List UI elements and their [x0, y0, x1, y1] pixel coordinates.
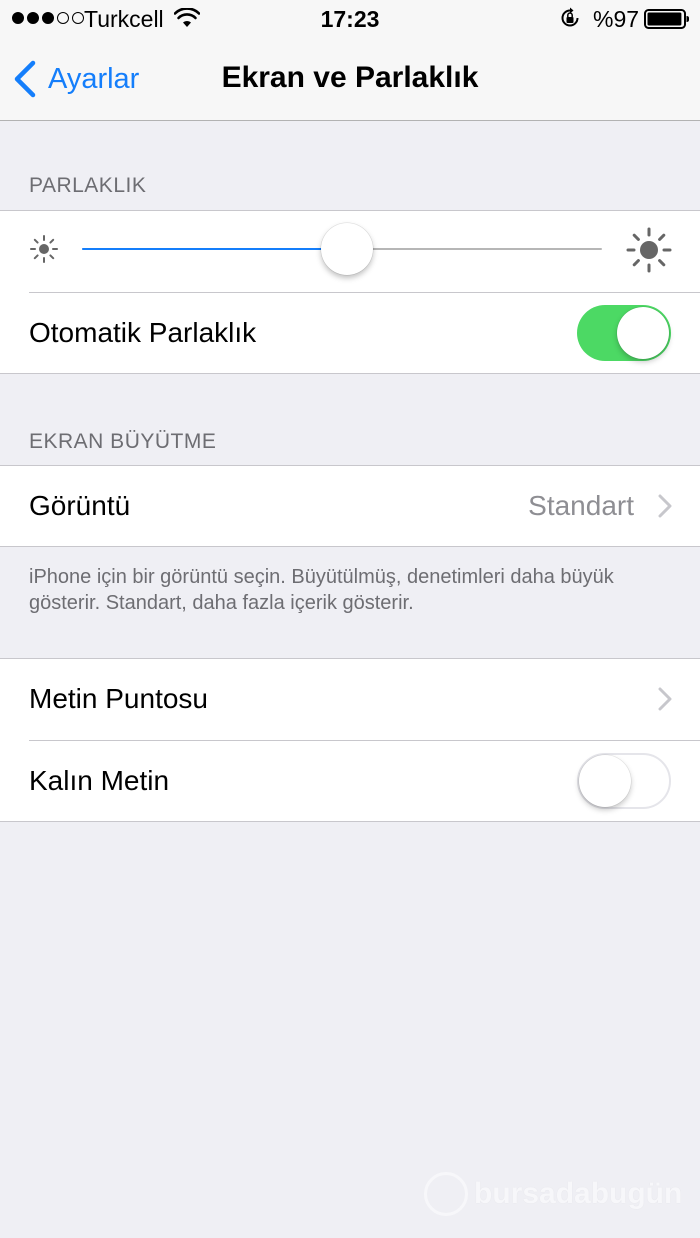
brightness-low-icon: [30, 235, 58, 263]
watermark-text: bursadabugün: [474, 1177, 683, 1210]
brightness-section-header: PARLAKLIK: [29, 174, 147, 197]
display-zoom-section-header: EKRAN BÜYÜTME: [29, 430, 217, 453]
brightness-slider-row: [0, 211, 700, 291]
chevron-right-icon: [658, 494, 672, 518]
rotation-lock-icon: [561, 7, 579, 27]
brightness-slider-fill: [82, 248, 348, 250]
battery-icon: [644, 9, 689, 29]
watermark: bursadabugün: [424, 1172, 682, 1216]
brightness-group: Otomatik Parlaklık: [0, 210, 700, 374]
display-zoom-footer: iPhone için bir görüntü seçin. Büyütülmü…: [29, 566, 614, 614]
navigation-bar: Ayarlar Ekran ve Parlaklık: [0, 38, 700, 121]
status-bar: Turkcell 17:23 %97: [0, 0, 700, 38]
view-row[interactable]: Görüntü Standart: [0, 466, 700, 546]
auto-brightness-row: Otomatik Parlaklık: [0, 293, 700, 373]
brightness-high-icon: [626, 227, 672, 273]
watermark-logo-icon: [424, 1172, 468, 1216]
display-zoom-group: Görüntü Standart: [0, 465, 700, 547]
bold-text-label: Kalın Metin: [29, 765, 170, 796]
toggle-knob: [579, 755, 631, 807]
auto-brightness-label: Otomatik Parlaklık: [29, 317, 257, 348]
text-size-row[interactable]: Metin Puntosu: [0, 659, 700, 739]
battery-percent: %97: [593, 6, 640, 32]
toggle-knob: [617, 307, 669, 359]
view-label: Görüntü: [29, 490, 131, 521]
text-size-label: Metin Puntosu: [29, 683, 208, 714]
bold-text-toggle[interactable]: [577, 753, 671, 809]
chevron-right-icon: [658, 687, 672, 711]
page-title: Ekran ve Parlaklık: [221, 61, 479, 94]
brightness-slider-thumb[interactable]: [321, 223, 374, 275]
auto-brightness-toggle[interactable]: [577, 305, 671, 361]
view-value: Standart: [528, 490, 634, 521]
text-settings-group: Metin Puntosu Kalın Metin: [0, 658, 700, 822]
bold-text-row: Kalın Metin: [0, 741, 700, 821]
